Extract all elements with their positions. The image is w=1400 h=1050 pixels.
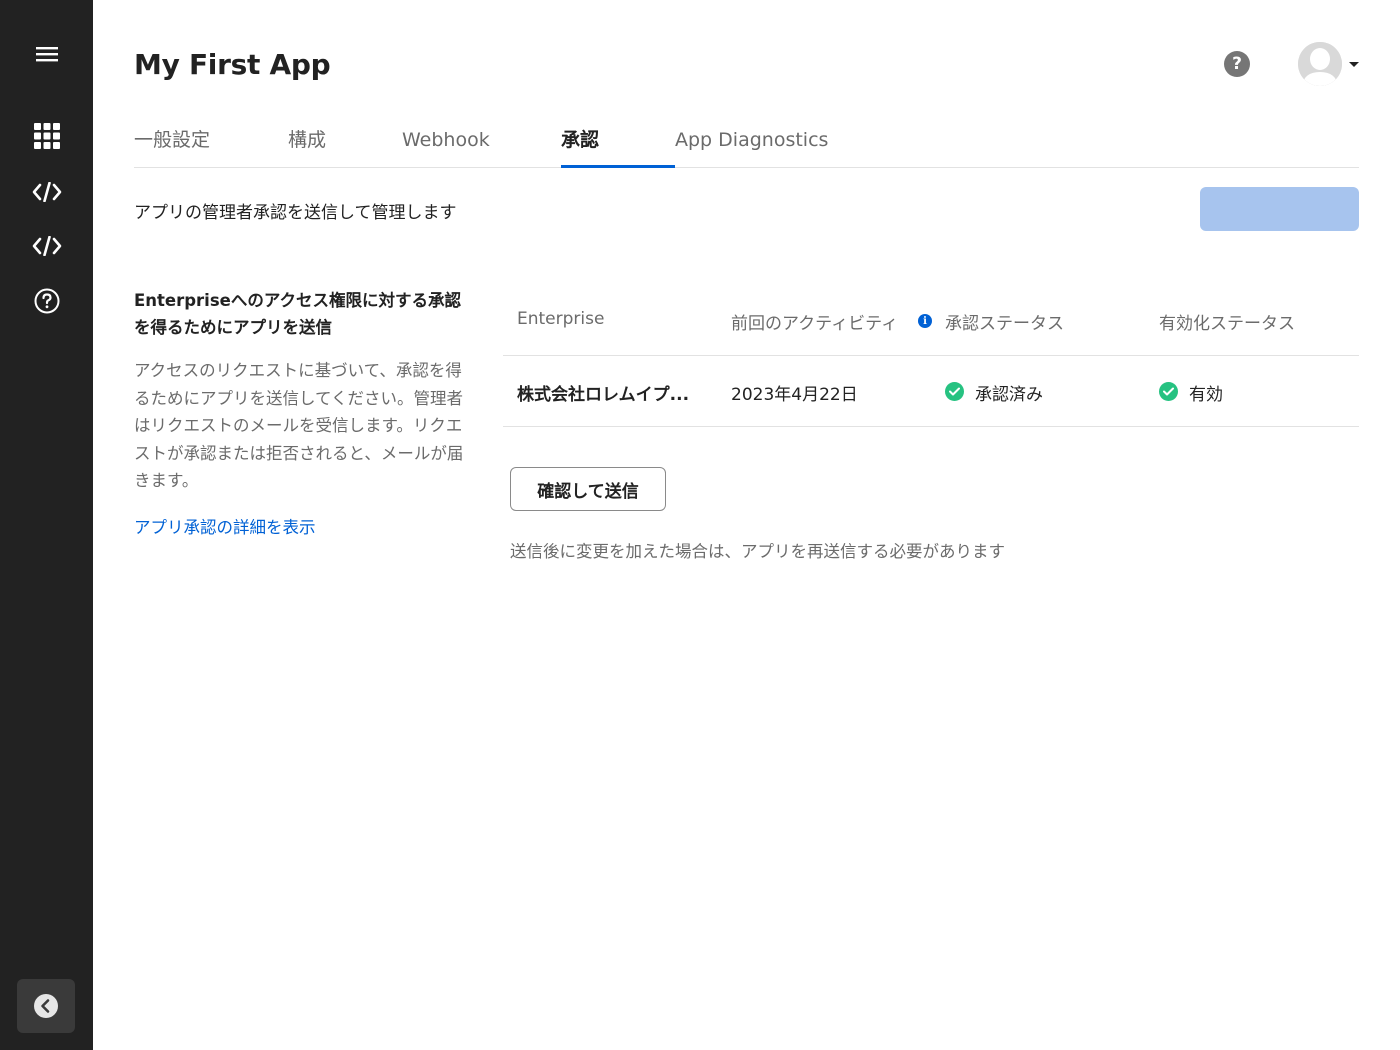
last-activity-date: 2023年4月22日 bbox=[731, 385, 858, 405]
tab-general[interactable]: 一般設定 bbox=[134, 120, 210, 168]
help-button[interactable]: ? bbox=[1224, 51, 1250, 77]
tab-webhook[interactable]: Webhook bbox=[402, 120, 490, 168]
table-header: Enterprise 前回のアクティビティ i 承認ステータス 有効化ステータス bbox=[503, 285, 1359, 356]
approval-status-text: 承認済み bbox=[975, 385, 1043, 405]
check-circle-icon bbox=[945, 382, 964, 401]
column-header-approval-status: 承認ステータス bbox=[945, 314, 1064, 334]
page-title: My First App bbox=[134, 48, 331, 81]
check-circle-icon bbox=[1159, 382, 1178, 401]
menu-button[interactable] bbox=[20, 31, 74, 77]
column-header-last-activity: 前回のアクティビティ bbox=[731, 314, 899, 334]
info-icon[interactable]: i bbox=[918, 314, 932, 328]
tab-authorization[interactable]: 承認 bbox=[561, 120, 599, 168]
enterprise-name[interactable]: 株式会社ロレムイプ... bbox=[517, 380, 689, 405]
enterprise-table: Enterprise 前回のアクティビティ i 承認ステータス 有効化ステータス… bbox=[503, 285, 1359, 427]
table-row[interactable]: 株式会社ロレムイプ... 2023年4月22日 承認済み 有効 bbox=[503, 356, 1359, 427]
column-header-activation-status: 有効化ステータス bbox=[1159, 314, 1295, 334]
tab-app-diagnostics[interactable]: App Diagnostics bbox=[675, 120, 828, 168]
chevron-left-icon bbox=[34, 994, 58, 1018]
menu-icon bbox=[36, 47, 58, 62]
active-tab-indicator bbox=[561, 165, 675, 168]
code-icon bbox=[32, 182, 62, 202]
page-subtitle: アプリの管理者承認を送信して管理します bbox=[134, 203, 457, 223]
resubmit-note: 送信後に変更を加えた場合は、アプリを再送信する必要があります bbox=[510, 542, 1005, 561]
help-icon: ? bbox=[1232, 54, 1242, 74]
submission-info-panel: Enterpriseへのアクセス権限に対する承認を得るためにアプリを送信 アクセ… bbox=[134, 287, 464, 538]
chevron-down-icon[interactable] bbox=[1349, 62, 1359, 67]
sidebar-item-apps[interactable] bbox=[20, 113, 74, 159]
collapse-sidebar-button[interactable] bbox=[17, 979, 75, 1033]
code-icon bbox=[32, 236, 62, 256]
sidebar-item-code-1[interactable] bbox=[20, 169, 74, 215]
column-header-enterprise: Enterprise bbox=[517, 309, 605, 329]
tab-bar: 一般設定 構成 Webhook 承認 App Diagnostics bbox=[134, 120, 1359, 168]
activation-status-text: 有効 bbox=[1189, 385, 1223, 405]
tab-configuration[interactable]: 構成 bbox=[288, 120, 326, 168]
sidebar-item-code-2[interactable] bbox=[20, 223, 74, 269]
avatar[interactable] bbox=[1298, 42, 1342, 86]
user-icon bbox=[1298, 42, 1342, 86]
main-content: My First App ? 一般設定 構成 Webhook 承認 App Di… bbox=[93, 0, 1400, 1050]
sidebar bbox=[0, 0, 93, 1050]
review-and-submit-button[interactable]: 確認して送信 bbox=[510, 467, 666, 511]
primary-action-button[interactable] bbox=[1200, 187, 1359, 231]
approval-details-link[interactable]: アプリ承認の詳細を表示 bbox=[134, 514, 464, 538]
section-description: アクセスのリクエストに基づいて、承認を得るためにアプリを送信してください。管理者… bbox=[134, 361, 464, 490]
sidebar-item-help[interactable] bbox=[20, 278, 74, 324]
help-circle-icon bbox=[34, 288, 60, 314]
section-heading: Enterpriseへのアクセス権限に対する承認を得るためにアプリを送信 bbox=[134, 291, 462, 337]
apps-grid-icon bbox=[34, 123, 60, 149]
